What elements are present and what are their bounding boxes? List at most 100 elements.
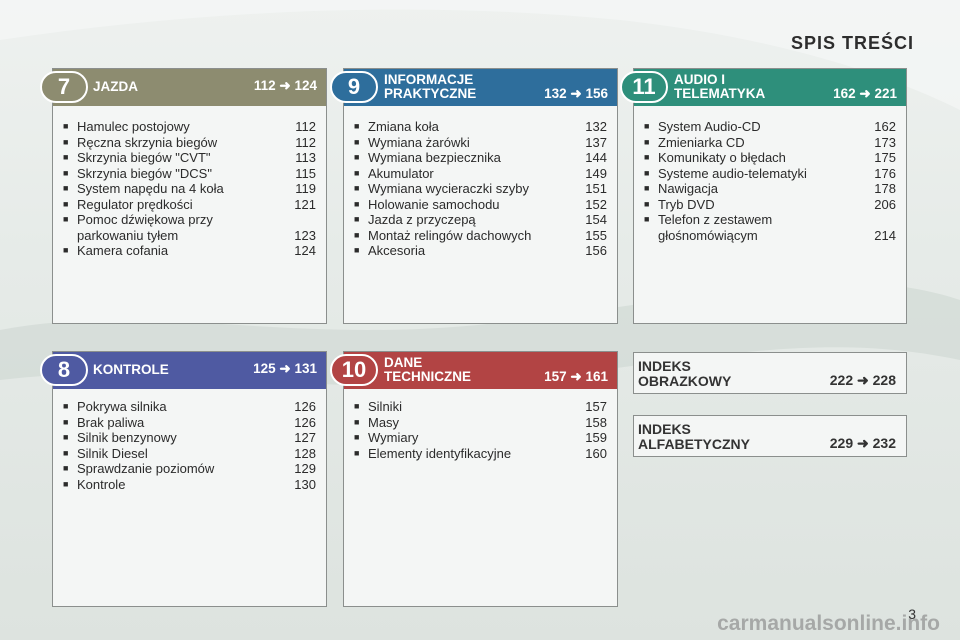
- item-label: Regulator prędkości: [77, 196, 193, 212]
- bullet-icon: ■: [354, 198, 360, 209]
- list-item[interactable]: ■ Zmiana koła 132: [354, 119, 607, 135]
- list-item[interactable]: ■ Wymiana żarówki 137: [354, 135, 607, 151]
- section-kontrole-header[interactable]: KONTROLE 125 ➜ 131: [53, 352, 326, 389]
- list-item[interactable]: ■ Silnik benzynowy 127: [63, 430, 316, 446]
- section-informacje-header[interactable]: INFORMACJE PRAKTYCZNE 132 ➜ 156: [344, 69, 617, 106]
- list-item[interactable]: ■ Montaż relingów dachowych 155: [354, 228, 607, 244]
- section-title-line1: DANE: [384, 355, 423, 370]
- list-item[interactable]: ■ Kontrole 130: [63, 477, 316, 493]
- bullet-icon: ■: [644, 136, 650, 147]
- item-label: Elementy identyfikacyjne: [368, 445, 512, 461]
- list-item[interactable]: ■ Wymiary 159: [354, 430, 607, 446]
- list-item[interactable]: ■ Akcesoria 156: [354, 243, 607, 259]
- list-item[interactable]: ■ Pokrywa silnika 126: [63, 399, 316, 415]
- list-item[interactable]: ■ Akumulator 149: [354, 166, 607, 182]
- index-obrazkowy[interactable]: INDEKS OBRAZKOWY 222 ➜ 228: [633, 352, 907, 394]
- list-item[interactable]: ■ System napędu na 4 koła 119: [63, 181, 316, 197]
- list-item[interactable]: ■ Kamera cofania 124: [63, 243, 316, 259]
- bullet-icon: ■: [644, 121, 650, 131]
- list-item[interactable]: ■ Jazda z przyczepą 154: [354, 212, 607, 228]
- index-title-line2: ALFABETYCZNY: [638, 436, 750, 452]
- item-label: Pokrywa silnika: [77, 399, 167, 414]
- bullet-icon: ■: [354, 245, 360, 255]
- item-page: 158: [585, 414, 607, 430]
- list-item[interactable]: ■ Brak paliwa 126: [63, 415, 316, 431]
- section-jazda-header[interactable]: JAZDA 112 ➜ 124: [53, 69, 326, 106]
- list-item[interactable]: ■ Nawigacja 178: [644, 181, 896, 197]
- section-number-badge: 11: [620, 71, 668, 103]
- bullet-icon: ■: [63, 478, 69, 489]
- section-title: KONTROLE: [93, 362, 169, 377]
- list-item[interactable]: ■ Tryb DVD 206: [644, 197, 896, 213]
- item-page: 151: [585, 181, 607, 196]
- bullet-icon: ■: [63, 198, 69, 209]
- section-title-line2: TELEMATYKA: [674, 86, 766, 101]
- item-page: 132: [585, 119, 607, 134]
- item-label: System Audio-CD: [658, 119, 761, 134]
- list-item[interactable]: ■ Elementy identyfikacyjne 160: [354, 446, 607, 462]
- item-page: 214: [874, 227, 896, 243]
- list-item[interactable]: ■ Pomoc dźwiękowa przy parkowaniu tyłem 12…: [63, 212, 316, 243]
- item-label: Komunikaty o błędach: [658, 150, 786, 165]
- item-page: 137: [585, 134, 607, 150]
- item-page: 173: [874, 134, 896, 150]
- list-item[interactable]: ■ Silniki 157: [354, 399, 607, 415]
- bullet-icon: ■: [63, 167, 69, 178]
- item-label: Hamulec postojowy: [77, 119, 190, 134]
- index-page-range: 222 ➜ 228: [829, 372, 896, 388]
- bullet-icon: ■: [63, 401, 69, 411]
- bullet-icon: ■: [63, 183, 69, 193]
- list-item[interactable]: ■ Ręczna skrzynia biegów 112: [63, 135, 316, 151]
- list-item[interactable]: ■ Silnik Diesel 128: [63, 446, 316, 462]
- list-item[interactable]: ■ Holowanie samochodu 152: [354, 197, 607, 213]
- list-item[interactable]: ■ Zmieniarka CD 173: [644, 135, 896, 151]
- item-label: Silnik benzynowy: [77, 430, 177, 445]
- bullet-icon: ■: [354, 183, 360, 193]
- item-label: Nawigacja: [658, 181, 718, 196]
- item-label: Wymiana bezpiecznika: [368, 150, 501, 165]
- list-item[interactable]: ■ System Audio-CD 162: [644, 119, 896, 135]
- section-page-range: 157 ➜ 161: [544, 369, 608, 384]
- section-number-badge: 7: [40, 71, 88, 103]
- item-label: Montaż relingów dachowych: [368, 227, 532, 243]
- item-page: 155: [585, 227, 607, 243]
- list-item[interactable]: ■ Komunikaty o błędach 175: [644, 150, 896, 166]
- item-label: Silniki: [368, 399, 402, 414]
- item-list: ■ System Audio-CD 162 ■ Zmieniarka CD 173 ■ K…: [644, 119, 896, 243]
- list-item[interactable]: ■ Skrzynia biegów "CVT" 113: [63, 150, 316, 166]
- list-item[interactable]: ■ Sprawdzanie poziomów 129: [63, 461, 316, 477]
- item-page: 130: [294, 476, 316, 492]
- list-item[interactable]: ■ Hamulec postojowy 112: [63, 119, 316, 135]
- section-title: JAZDA: [93, 79, 139, 94]
- bullet-icon: ■: [354, 167, 360, 178]
- item-label: Zmieniarka CD: [658, 134, 745, 150]
- item-page: 152: [585, 196, 607, 212]
- list-item[interactable]: ■ Skrzynia biegów "DCS" 115: [63, 166, 316, 182]
- index-title-line1: INDEKS: [638, 358, 691, 374]
- section-title-line2: TECHNICZNE: [384, 369, 471, 384]
- section-audio-header[interactable]: AUDIO I TELEMATYKA 162 ➜ 221: [634, 69, 906, 106]
- item-list: ■ Pokrywa silnika 126 ■ Brak paliwa 126 ■ Sil…: [63, 399, 316, 492]
- bullet-icon: ■: [63, 152, 69, 162]
- item-page: 144: [585, 150, 607, 165]
- section-title: AUDIO I TELEMATYKA: [674, 73, 765, 101]
- bullet-icon: ■: [354, 416, 360, 427]
- list-item[interactable]: ■ Telefon z zestawem głośnomówiącym 214: [644, 212, 896, 243]
- item-page: 119: [295, 181, 316, 196]
- item-label: System napędu na 4 koła: [77, 181, 224, 196]
- list-item[interactable]: ■ Masy 158: [354, 415, 607, 431]
- bullet-icon: ■: [644, 183, 650, 193]
- index-alfabetyczny[interactable]: INDEKS ALFABETYCZNY 229 ➜ 232: [633, 415, 907, 457]
- item-label: Wymiary: [368, 430, 419, 445]
- item-label: Sprawdzanie poziomów: [77, 461, 215, 476]
- list-item[interactable]: ■ Regulator prędkości 121: [63, 197, 316, 213]
- list-item[interactable]: ■ Wymiana bezpiecznika 144: [354, 150, 607, 166]
- list-item[interactable]: ■ Systeme audio-telematyki 176: [644, 166, 896, 182]
- item-page: 160: [585, 445, 607, 461]
- item-label: Ręczna skrzynia biegów: [77, 134, 218, 150]
- section-dane-header[interactable]: DANE TECHNICZNE 157 ➜ 161: [344, 352, 617, 389]
- item-page: 156: [585, 243, 607, 258]
- list-item[interactable]: ■ Wymiana wycieraczki szyby 151: [354, 181, 607, 197]
- bullet-icon: ■: [63, 432, 69, 442]
- item-label: Tryb DVD: [658, 196, 715, 212]
